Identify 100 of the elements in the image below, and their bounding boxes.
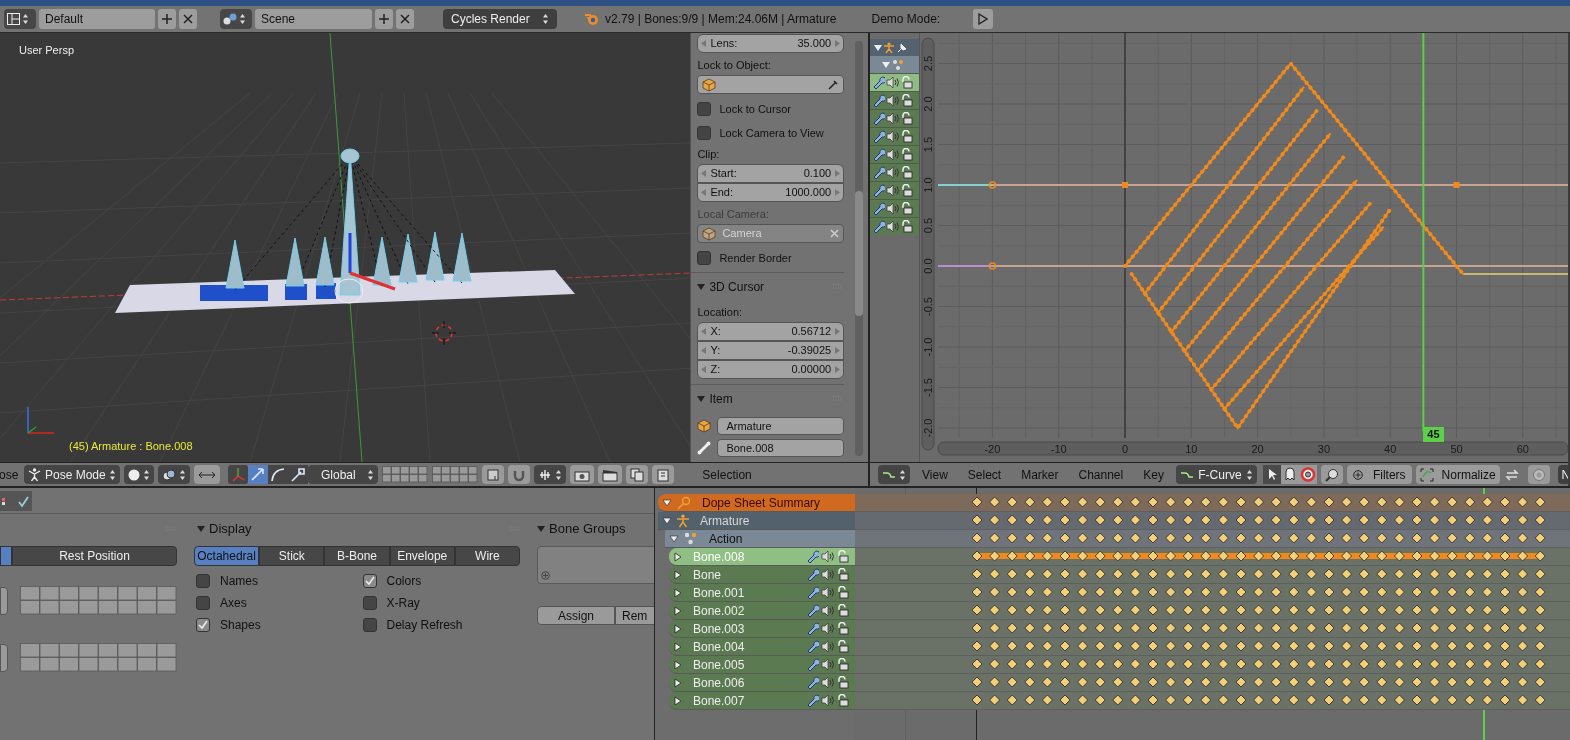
expand-triangle-icon[interactable] [673,659,683,670]
scene-field[interactable]: Scene [255,9,372,29]
channel-row[interactable]: Bone.005 [669,656,855,674]
panel-header[interactable]: Item [697,390,733,408]
lock-icon[interactable] [836,640,849,653]
speaker-icon[interactable] [821,586,834,599]
expand-triangle-icon[interactable] [673,605,683,616]
menu-item[interactable]: Channel [1070,465,1132,484]
checkbox[interactable] [196,574,210,588]
search-button[interactable] [1320,465,1343,484]
channel-row[interactable] [870,181,919,199]
lock-icon[interactable] [900,148,913,161]
keying-set-label[interactable]: Selection [702,465,752,484]
channel-row[interactable]: Bone.001 [669,584,855,602]
wrench-icon[interactable] [806,640,819,653]
lock-icon[interactable] [836,586,849,599]
channel-row[interactable] [870,109,919,127]
lock-icon[interactable] [836,550,849,563]
close-button[interactable] [396,9,414,29]
wrench-icon[interactable] [872,94,885,107]
wrench-icon[interactable] [806,550,819,563]
draw-type-tab[interactable]: Wire [454,546,520,566]
horizontal-scrollbar[interactable] [937,441,1568,456]
wrench-icon[interactable] [872,112,885,125]
render-engine-dropdown[interactable]: Cycles Render [443,9,557,29]
draw-type-tab[interactable]: Octahedral [194,546,260,566]
menu-item[interactable]: Marker [1013,465,1067,484]
wrench-icon[interactable] [872,202,885,215]
wrench-icon[interactable] [872,130,885,143]
speaker-icon[interactable] [886,184,899,197]
shading-dropdown[interactable] [124,465,155,484]
checkbox[interactable] [196,596,210,610]
lock-icon[interactable] [836,568,849,581]
lock-icon[interactable] [900,130,913,143]
pin-icon[interactable] [896,41,908,54]
checkbox[interactable] [362,574,377,588]
scene-type-button[interactable] [220,9,252,29]
name-field[interactable]: Bone.008 [717,439,845,457]
lock-icon[interactable] [900,76,913,89]
wrench-icon[interactable] [806,622,819,635]
group-action-button[interactable]: Rem [615,606,654,625]
expand-triangle-icon[interactable] [673,623,683,634]
lock-icon[interactable] [836,658,849,671]
collapse-triangle-icon[interactable] [662,497,672,508]
snap-target-dropdown[interactable] [534,465,567,484]
lock-icon[interactable] [900,166,913,179]
paste-pose-button[interactable] [652,465,675,484]
pose-position-tab-edge[interactable] [0,546,12,566]
speaker-icon[interactable] [886,148,899,161]
panel-header[interactable]: Display [193,519,252,539]
pointer-icon[interactable] [1262,465,1281,484]
lock-icon[interactable] [900,94,913,107]
layer-grid-icon[interactable] [432,466,479,483]
speaker-icon[interactable] [886,76,899,89]
channel-row[interactable] [870,127,919,145]
speaker-icon[interactable] [821,604,834,617]
speaker-icon[interactable] [886,94,899,107]
snap-button[interactable] [508,465,531,484]
add-button[interactable] [375,9,393,29]
expand-triangle-icon[interactable] [673,551,683,562]
mode-dropdown[interactable]: F-Curve [1175,465,1257,484]
channel-row[interactable]: Bone.004 [669,638,855,656]
speaker-icon[interactable] [821,622,834,635]
translate-manipulator-icon[interactable] [248,465,269,484]
rotate-manipulator-icon[interactable] [268,465,289,484]
channel-row[interactable] [870,91,919,109]
panel-header[interactable]: Bone Groups [537,519,626,539]
screen-layout-field[interactable]: Default [39,9,155,29]
speaker-icon[interactable] [886,202,899,215]
layer-toggle[interactable] [0,643,8,672]
wrench-icon[interactable] [806,676,819,689]
editor-type-button[interactable] [878,465,910,484]
pose-menu[interactable]: ose [0,465,19,484]
speaker-icon[interactable] [886,166,899,179]
close-button[interactable] [179,9,197,29]
wrench-icon[interactable] [806,568,819,581]
collapse-triangle-icon[interactable] [669,533,679,544]
wrench-icon[interactable] [872,184,885,197]
channel-row[interactable]: Action [665,530,855,548]
lock-icon[interactable] [900,184,913,197]
copy-pose-button[interactable] [626,465,649,484]
proportional-button[interactable] [1527,465,1550,484]
wrench-icon[interactable] [806,658,819,671]
normalize-button[interactable]: Normalize [1415,465,1500,484]
channel-row[interactable]: Bone.006 [669,674,855,692]
channel-row[interactable] [870,145,919,163]
layer-grid-icon[interactable] [382,466,429,483]
expand-triangle-icon[interactable] [673,695,683,706]
channel-row[interactable]: Armature [658,512,855,530]
number-field[interactable]: Y: -0.39025 [697,341,845,360]
expand-triangle-icon[interactable] [673,569,683,580]
expand-triangle-icon[interactable] [673,677,683,688]
layer-toggle[interactable] [0,586,8,615]
channel-row[interactable]: Dope Sheet Summary [658,494,855,512]
speaker-icon[interactable] [821,694,834,707]
speaker-icon[interactable] [821,676,834,689]
panel-header[interactable]: 3D Cursor [697,278,765,296]
animation-button[interactable] [598,465,623,484]
wrench-icon[interactable] [806,604,819,617]
speaker-icon[interactable] [821,550,834,563]
